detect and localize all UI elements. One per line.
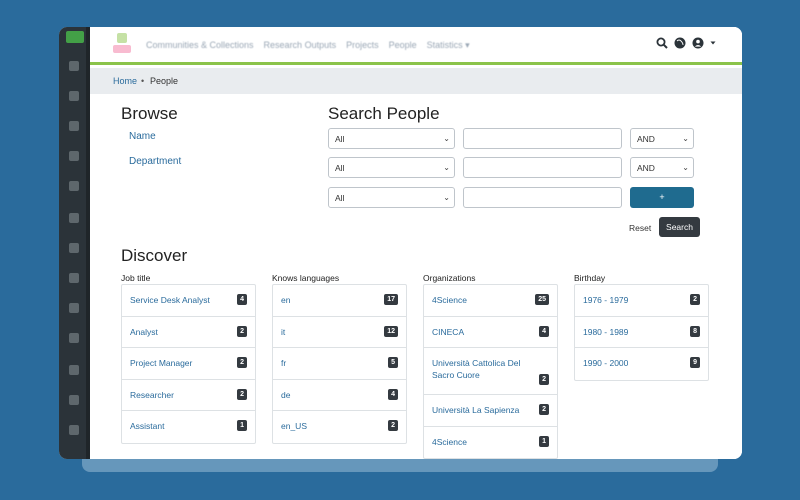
facet-item[interactable]: Università Cattolica Del Sacro Cuore 2 <box>424 348 557 396</box>
sidebar-search-icon[interactable] <box>69 243 79 253</box>
count-badge: 2 <box>237 388 247 400</box>
chevron-down-icon: ⌄ <box>443 134 450 143</box>
discover-title: Discover <box>121 246 188 265</box>
nav-icons <box>656 37 716 49</box>
search-field-select-1[interactable]: All ⌄ <box>328 128 455 149</box>
nav-links: Communities & Collections Research Outpu… <box>146 40 470 51</box>
count-badge: 4 <box>539 325 549 337</box>
breadcrumb-current: People <box>150 76 179 86</box>
count-badge: 2 <box>690 294 700 305</box>
search-input-2[interactable] <box>463 157 622 178</box>
count-badge: 2 <box>237 357 247 369</box>
count-badge: 1 <box>237 420 247 432</box>
nav-statistics[interactable]: Statistics ▾ <box>427 40 470 51</box>
admin-sidebar <box>59 27 90 459</box>
sidebar-admin-icon[interactable] <box>69 213 79 223</box>
facet-item[interactable]: it 12 <box>273 317 406 349</box>
count-badge: 4 <box>237 294 247 305</box>
chevron-down-icon: ⌄ <box>682 134 689 143</box>
facet-item[interactable]: Analyst 2 <box>122 317 255 349</box>
app-window: Communities & Collections Research Outpu… <box>59 27 742 459</box>
facet-item[interactable]: Researcher 2 <box>122 380 255 412</box>
breadcrumb-separator: • <box>141 76 145 86</box>
sidebar-workflow-icon[interactable] <box>69 333 79 343</box>
facet-item[interactable]: de 4 <box>273 380 406 412</box>
user-icon[interactable] <box>692 37 704 49</box>
search-input-3[interactable] <box>463 187 622 208</box>
facet-item[interactable]: 4Science 25 <box>424 285 557 317</box>
main-content: Communities & Collections Research Outpu… <box>90 27 742 459</box>
nav-communities[interactable]: Communities & Collections <box>146 40 254 51</box>
facet-list-organizations: 4Science 25 CINECA 4 Università Cattolica … <box>423 284 558 459</box>
search-field-select-3[interactable]: All ⌄ <box>328 187 455 208</box>
facet-item[interactable]: 1976 - 1979 2 <box>575 285 708 317</box>
sidebar-export-icon[interactable] <box>69 151 79 161</box>
sidebar-health-icon[interactable] <box>69 365 79 375</box>
nav-projects[interactable]: Projects <box>346 40 379 51</box>
facet-item[interactable]: en_US 2 <box>273 411 406 443</box>
search-button[interactable]: Search <box>659 217 700 237</box>
facet-item[interactable]: Service Desk Analyst 4 <box>122 285 255 317</box>
search-icon[interactable] <box>656 37 668 49</box>
count-badge: 25 <box>535 294 549 305</box>
sidebar-curation-icon[interactable] <box>69 303 79 313</box>
search-operator-select-2[interactable]: AND ⌄ <box>630 157 694 178</box>
sidebar-system-icon[interactable] <box>69 425 79 435</box>
site-logo[interactable] <box>111 33 133 57</box>
facet-item[interactable]: 1990 - 2000 9 <box>575 348 708 380</box>
sidebar-access-icon[interactable] <box>69 181 79 191</box>
nav-people[interactable]: People <box>389 40 417 51</box>
facet-list-birthday: 1976 - 1979 2 1980 - 1989 8 1990 - 2000 9 <box>574 284 709 381</box>
sidebar-edit-icon[interactable] <box>69 91 79 101</box>
breadcrumb: Home • People <box>90 68 742 94</box>
search-operator-select-1[interactable]: AND ⌄ <box>630 128 694 149</box>
add-row-button[interactable]: + <box>630 187 694 208</box>
search-field-select-2[interactable]: All ⌄ <box>328 157 455 178</box>
count-badge: 4 <box>388 388 398 400</box>
sidebar-registries-icon[interactable] <box>69 273 79 283</box>
facet-item[interactable]: fr 5 <box>273 348 406 380</box>
browse-title: Browse <box>121 104 178 123</box>
chevron-down-icon: ⌄ <box>682 163 689 172</box>
reset-button[interactable]: Reset <box>629 223 651 233</box>
facet-item[interactable]: Assistant 1 <box>122 411 255 443</box>
count-badge: 12 <box>384 325 398 337</box>
breadcrumb-home[interactable]: Home <box>113 76 137 86</box>
facet-title-organizations: Organizations <box>423 273 476 283</box>
facet-title-languages: Knows languages <box>272 273 340 283</box>
facet-item[interactable]: Project Manager 2 <box>122 348 255 380</box>
chevron-down-icon[interactable] <box>710 40 716 46</box>
count-badge: 2 <box>539 404 549 416</box>
facet-list-languages: en 17 it 12 fr 5 de 4 en_US 2 <box>272 284 407 444</box>
facet-title-job: Job title <box>121 273 151 283</box>
facet-list-job: Service Desk Analyst 4 Analyst 2 Project M… <box>121 284 256 444</box>
count-badge: 2 <box>539 374 549 386</box>
sidebar-import-icon[interactable] <box>69 121 79 131</box>
browse-department-link[interactable]: Department <box>129 156 181 167</box>
globe-icon[interactable] <box>674 37 686 49</box>
search-title: Search People <box>328 104 440 123</box>
browse-name-link[interactable]: Name <box>129 131 156 142</box>
sidebar-add-icon[interactable] <box>69 61 79 71</box>
search-input-1[interactable] <box>463 128 622 149</box>
count-badge: 1 <box>539 435 549 447</box>
facet-item[interactable]: Università La Sapienza 2 <box>424 395 557 427</box>
count-badge: 9 <box>690 357 700 369</box>
sidebar-notifications-icon[interactable] <box>69 395 79 405</box>
chevron-down-icon: ⌄ <box>443 193 450 202</box>
facet-item[interactable]: 1980 - 1989 8 <box>575 317 708 349</box>
count-badge: 2 <box>388 420 398 432</box>
nav-research-outputs[interactable]: Research Outputs <box>264 40 337 51</box>
top-navbar: Communities & Collections Research Outpu… <box>90 27 742 65</box>
count-badge: 2 <box>237 325 247 337</box>
count-badge: 8 <box>690 325 700 337</box>
facet-title-birthday: Birthday <box>574 273 606 283</box>
count-badge: 17 <box>384 294 398 305</box>
facet-item[interactable]: CINECA 4 <box>424 317 557 349</box>
facet-item[interactable]: en 17 <box>273 285 406 317</box>
chevron-down-icon: ⌄ <box>443 163 450 172</box>
sidebar-logo <box>66 31 84 43</box>
count-badge: 5 <box>388 357 398 369</box>
facet-item[interactable]: 4Science 1 <box>424 427 557 459</box>
